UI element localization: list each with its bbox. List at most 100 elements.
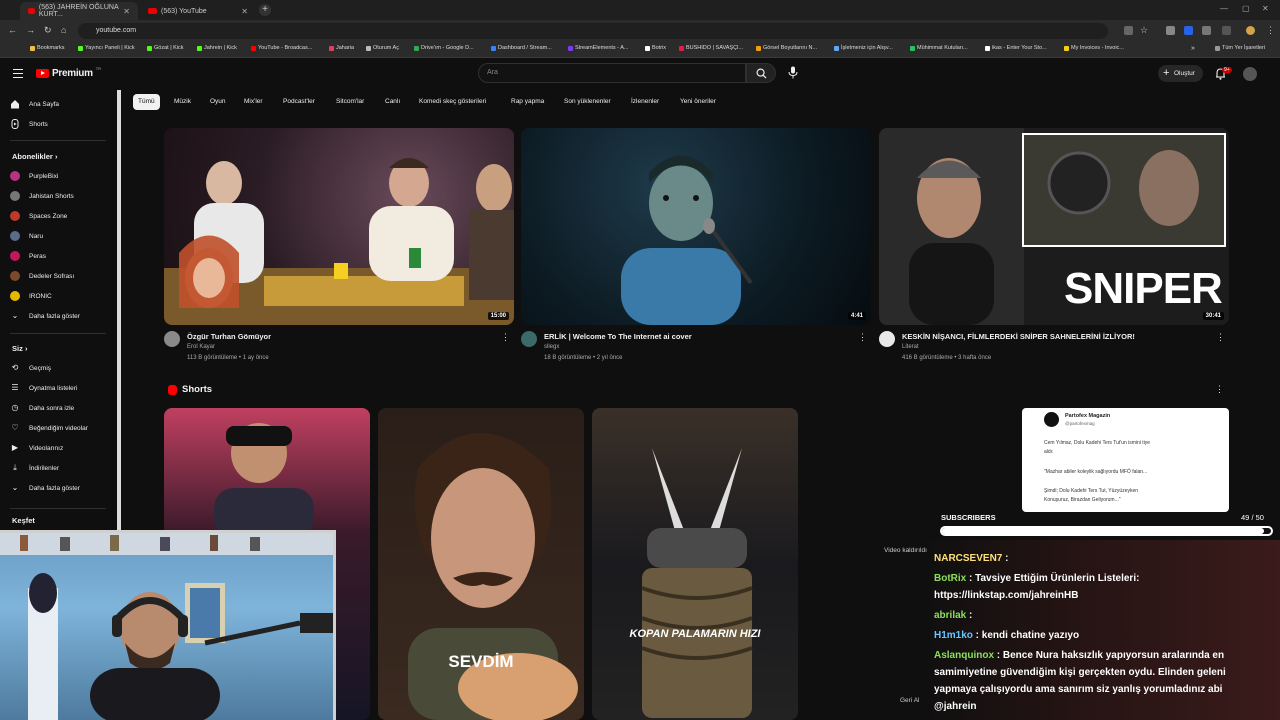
sidebar-item-home[interactable]: Ana Sayfa — [10, 96, 110, 112]
bookmark-item[interactable]: Dashboard / Stream... — [491, 45, 552, 51]
search-button[interactable] — [746, 63, 776, 83]
video-card-3[interactable]: SNIPER 30:41 KESKİN NİŞANCI, FİLMLERDEKİ… — [879, 128, 1229, 370]
bookmark-item[interactable]: Drive'ım - Google D... — [414, 45, 474, 51]
bookmark-item[interactable]: Botrix — [645, 45, 666, 51]
more-options-icon[interactable]: ⋮ — [1216, 332, 1225, 343]
bookmark-item[interactable]: Jaharia — [329, 45, 354, 51]
channel-avatar[interactable] — [164, 331, 180, 347]
channel-name[interactable]: Erol Kayar — [187, 344, 215, 350]
filter-chip[interactable]: Podcast'ler — [278, 94, 320, 110]
sidebar-you-item[interactable]: ⤓ İndirilenler — [10, 460, 110, 476]
other-bookmarks-folder[interactable]: Tüm Yer İşaretleri — [1215, 45, 1265, 51]
close-window-icon[interactable]: ✕ — [1262, 4, 1269, 13]
video-thumbnail[interactable]: SNIPER 30:41 — [879, 128, 1229, 325]
create-button[interactable]: + Oluştur — [1158, 65, 1203, 82]
search-input[interactable]: Ara — [478, 63, 746, 83]
video-title[interactable]: Özgür Turhan Gömüyor — [187, 332, 271, 341]
back-icon[interactable]: ← — [8, 25, 17, 35]
video-card-1[interactable]: 15:00 Özgür Turhan Gömüyor Erol Kayar 11… — [164, 128, 514, 370]
extension-icon[interactable] — [1222, 26, 1231, 35]
bookmark-item[interactable]: Gözat | Kick — [147, 45, 184, 51]
microphone-icon[interactable] — [788, 66, 798, 79]
filter-chip[interactable]: Oyun — [205, 94, 231, 110]
sidebar-subscription-item[interactable]: Spaces Zone — [10, 208, 110, 224]
sidebar-scrollbar[interactable] — [117, 90, 121, 530]
subscriptions-header[interactable]: Abonelikler › — [12, 152, 57, 161]
sidebar-you-item[interactable]: ⌄ Daha fazla göster — [10, 480, 110, 496]
reload-icon[interactable]: ↻ — [44, 25, 52, 36]
video-title[interactable]: ERLİK | Welcome To The Internet ai cover — [544, 332, 692, 341]
bookmark-item[interactable]: Mühimmat Kutuları... — [910, 45, 968, 51]
bookmark-item[interactable]: BUSHIDO | SAVAŞÇI... — [679, 45, 743, 51]
extension-icon[interactable] — [1166, 26, 1175, 35]
install-icon[interactable] — [1124, 26, 1133, 35]
channel-name[interactable]: sllegx — [544, 344, 559, 350]
extensions-puzzle-icon[interactable] — [1202, 26, 1211, 35]
filter-chip[interactable]: Sitcom'lar — [331, 94, 369, 110]
filter-chip[interactable]: Mix'ler — [239, 94, 268, 110]
home-icon[interactable]: ⌂ — [61, 25, 66, 35]
browser-menu-icon[interactable]: ⋮ — [1266, 25, 1275, 36]
filter-chip[interactable]: Müzik — [169, 94, 196, 110]
filter-chip[interactable]: Komedi skeç gösterileri — [414, 94, 491, 110]
video-thumbnail[interactable]: 15:00 — [164, 128, 514, 325]
sidebar-subscription-item[interactable]: PurpleBixi — [10, 168, 110, 184]
maximize-icon[interactable]: ▢ — [1242, 4, 1250, 13]
filter-chip[interactable]: Tümü — [133, 94, 160, 110]
sidebar-you-item[interactable]: ☰ Oynatma listeleri — [10, 380, 110, 396]
minimize-icon[interactable]: — — [1220, 4, 1228, 13]
sidebar-item-shorts[interactable]: Shorts — [10, 116, 110, 132]
more-options-icon[interactable]: ⋮ — [858, 332, 867, 343]
more-options-icon[interactable]: ⋮ — [501, 332, 510, 343]
filter-chip[interactable]: Yeni öneriler — [675, 94, 721, 110]
video-card-2[interactable]: 4:41 ERLİK | Welcome To The Internet ai … — [521, 128, 871, 370]
bookmark-item[interactable]: Oturum Aç — [366, 45, 399, 51]
sidebar-you-item[interactable]: ◷ Daha sonra izle — [10, 400, 110, 416]
hamburger-menu-icon[interactable] — [13, 69, 23, 78]
browser-tab-2[interactable]: (563) YouTube ✕ — [140, 2, 256, 20]
sidebar-you-item[interactable]: ▶ Videolarınız — [10, 440, 110, 456]
filter-chip[interactable]: İzlenenler — [626, 94, 664, 110]
bookmark-item[interactable]: Jahrein | Kick — [197, 45, 237, 51]
profile-icon[interactable] — [1246, 26, 1255, 35]
video-thumbnail[interactable]: 4:41 — [521, 128, 871, 325]
browser-tab-1[interactable]: (563) JAHREİN OĞLUNA KÜRT... ✕ — [20, 2, 138, 20]
sidebar-subscription-item[interactable]: Jahistan Shorts — [10, 188, 110, 204]
sidebar-you-item[interactable]: ♡ Beğendiğim videolar — [10, 420, 110, 436]
bookmark-item[interactable]: My Invoices - Invoic... — [1064, 45, 1124, 51]
bookmark-item[interactable]: ikas - Enter Your Sto... — [985, 45, 1047, 51]
more-options-icon[interactable]: ⋮ — [1215, 384, 1224, 395]
channel-avatar[interactable] — [879, 331, 895, 347]
filter-chip[interactable]: Canlı — [380, 94, 405, 110]
you-header[interactable]: Siz › — [12, 344, 27, 353]
sidebar-show-more-subscriptions[interactable]: ⌄ Daha fazla göster — [10, 308, 110, 324]
url-bar[interactable]: youtube.com — [78, 23, 1108, 39]
close-tab-icon[interactable]: ✕ — [123, 7, 130, 16]
bookmark-item[interactable]: StreamElements - A... — [568, 45, 629, 51]
extension-icon[interactable] — [1184, 26, 1193, 35]
undo-button[interactable]: Geri Al — [900, 697, 920, 704]
sidebar-subscription-item[interactable]: IRONIC — [10, 288, 110, 304]
sidebar-subscription-item[interactable]: Peras — [10, 248, 110, 264]
bookmark-item[interactable]: Yayıncı Paneli | Kick — [78, 45, 135, 51]
forward-icon[interactable]: → — [26, 25, 35, 35]
short-card-3[interactable]: KOPAN PALAMARIN HIZI — [592, 408, 798, 720]
bookmark-item[interactable]: YouTube - Broadcas... — [251, 45, 312, 51]
youtube-logo[interactable]: Premium TR — [36, 66, 101, 79]
sidebar-subscription-item[interactable]: Naru — [10, 228, 110, 244]
video-title[interactable]: KESKİN NİŞANCI, FİLMLERDEKİ SNİPER SAHNE… — [902, 332, 1135, 341]
bookmark-item[interactable]: Bookmarks — [30, 45, 65, 51]
star-icon[interactable]: ☆ — [1140, 25, 1148, 36]
account-avatar[interactable] — [1243, 67, 1257, 81]
bookmark-item[interactable]: Görsel Boyutlarını N... — [756, 45, 817, 51]
close-tab-icon[interactable]: ✕ — [241, 7, 248, 16]
filter-chip[interactable]: Son yüklenenler — [559, 94, 616, 110]
bookmarks-overflow-icon[interactable]: » — [1191, 45, 1195, 52]
filter-chip[interactable]: Rap yapma — [506, 94, 549, 110]
short-card-2[interactable]: SEVDİM — [378, 408, 584, 720]
channel-avatar[interactable] — [521, 331, 537, 347]
new-tab-button[interactable]: + — [259, 4, 271, 16]
bookmark-item[interactable]: İşletmeniz için Alışv... — [834, 45, 893, 51]
sidebar-subscription-item[interactable]: Dedeler Sofrası — [10, 268, 110, 284]
channel-name[interactable]: Literat — [902, 344, 919, 350]
